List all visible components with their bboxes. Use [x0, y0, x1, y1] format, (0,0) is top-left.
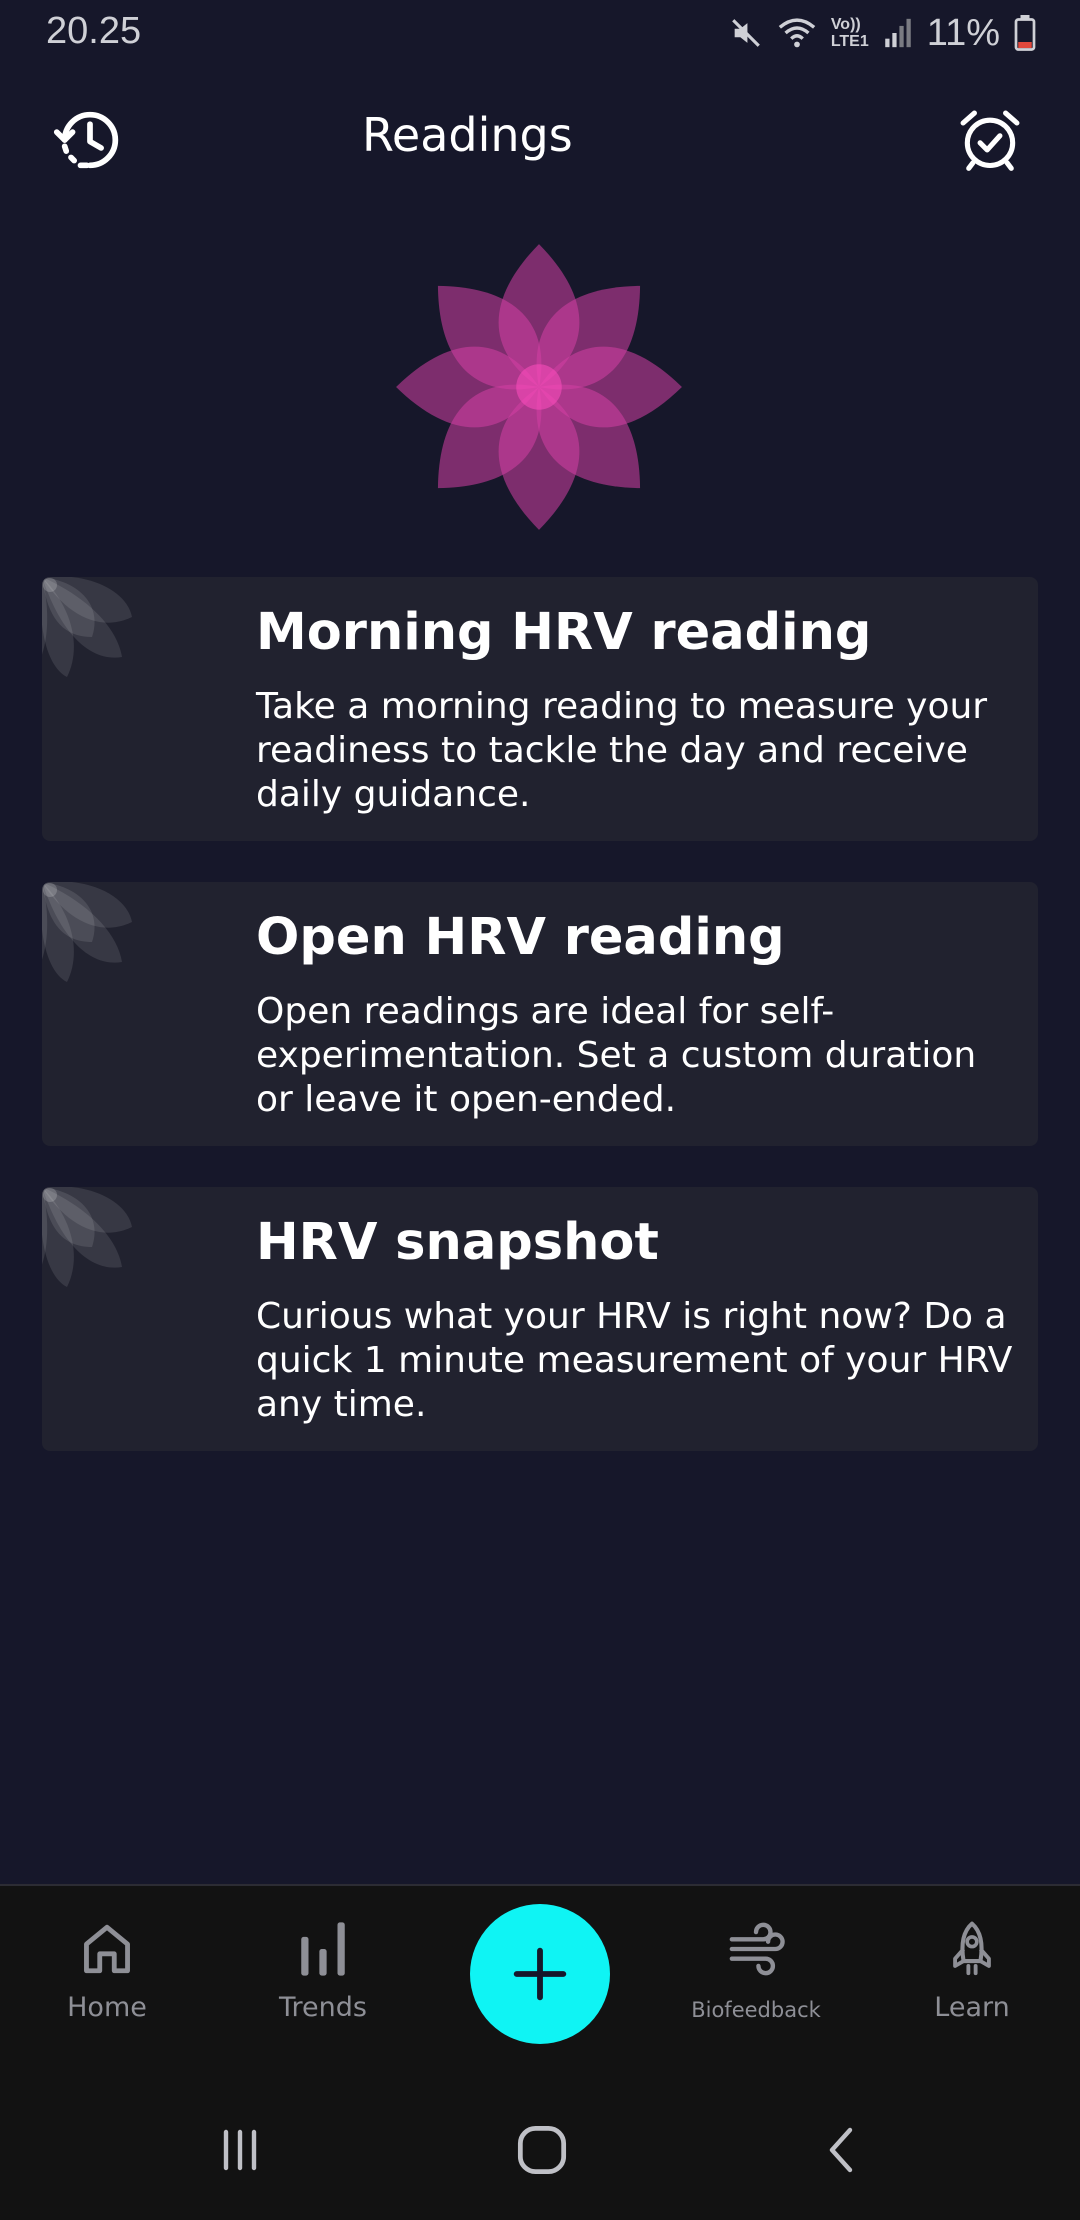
status-icons: Vo)) LTE1 11% — [729, 8, 1036, 58]
hrv-snapshot-card[interactable]: HRV snapshot Curious what your HRV is ri… — [42, 1187, 1038, 1451]
system-nav — [0, 2080, 1080, 2220]
nav-label: Learn — [934, 1992, 1010, 2023]
back-button[interactable] — [802, 2118, 882, 2182]
card-description: Curious what your HRV is right now? Do a… — [256, 1296, 1013, 1425]
battery-text: 11% — [926, 11, 1000, 54]
nav-label: Trends — [279, 1992, 367, 2023]
home-icon — [84, 1924, 130, 1974]
plus-icon — [513, 1947, 567, 2001]
app-header: Readings — [0, 80, 1080, 200]
card-title: HRV snapshot — [256, 1213, 659, 1272]
card-description: Open readings are ideal for self-experim… — [256, 991, 977, 1120]
wifi-icon — [778, 18, 816, 48]
home-system-button[interactable] — [502, 2118, 582, 2182]
card-title: Open HRV reading — [256, 908, 785, 967]
petal-decoration-icon — [42, 1187, 132, 1287]
volte-line2: LTE1 — [830, 33, 869, 50]
card-description: Take a morning reading to measure your r… — [256, 686, 988, 815]
volte-icon: Vo)) LTE1 — [831, 16, 869, 50]
wind-icon — [729, 1922, 785, 1976]
alarm-icon — [960, 110, 1020, 171]
morning-hrv-card[interactable]: Morning HRV reading Take a morning readi… — [42, 577, 1038, 841]
recents-icon — [223, 2129, 257, 2171]
petal-decoration-icon — [42, 577, 132, 677]
battery-icon — [1014, 15, 1036, 51]
history-icon — [53, 111, 119, 169]
nav-label: Home — [67, 1992, 147, 2023]
mute-icon — [731, 19, 760, 47]
bottom-nav: Home Trends Biofeedback Learn — [0, 1884, 1080, 2082]
recents-button[interactable] — [200, 2118, 280, 2182]
bar-chart-icon — [301, 1922, 345, 1976]
status-bar: 20.25 Vo)) LTE1 11% — [0, 0, 1080, 66]
open-hrv-card[interactable]: Open HRV reading Open readings are ideal… — [42, 882, 1038, 1146]
add-reading-button[interactable] — [470, 1904, 610, 2044]
history-button[interactable] — [48, 98, 132, 182]
nav-biofeedback[interactable]: Biofeedback — [666, 1920, 846, 2050]
petal-decoration-icon — [42, 882, 132, 982]
home-circle-icon — [517, 2125, 567, 2175]
nav-label: Biofeedback — [691, 1998, 821, 2022]
nav-trends[interactable]: Trends — [233, 1920, 413, 2050]
card-title: Morning HRV reading — [256, 603, 872, 662]
signal-icon — [885, 18, 911, 48]
page-title: Readings — [362, 108, 573, 162]
lotus-logo-icon — [396, 244, 682, 530]
rocket-icon — [953, 1921, 991, 1976]
status-time: 20.25 — [46, 10, 142, 52]
nav-home[interactable]: Home — [17, 1920, 197, 2050]
volte-line1: Vo)) — [830, 16, 861, 33]
nav-learn[interactable]: Learn — [882, 1920, 1062, 2050]
back-icon — [829, 2127, 853, 2173]
alarm-button[interactable] — [948, 98, 1032, 182]
